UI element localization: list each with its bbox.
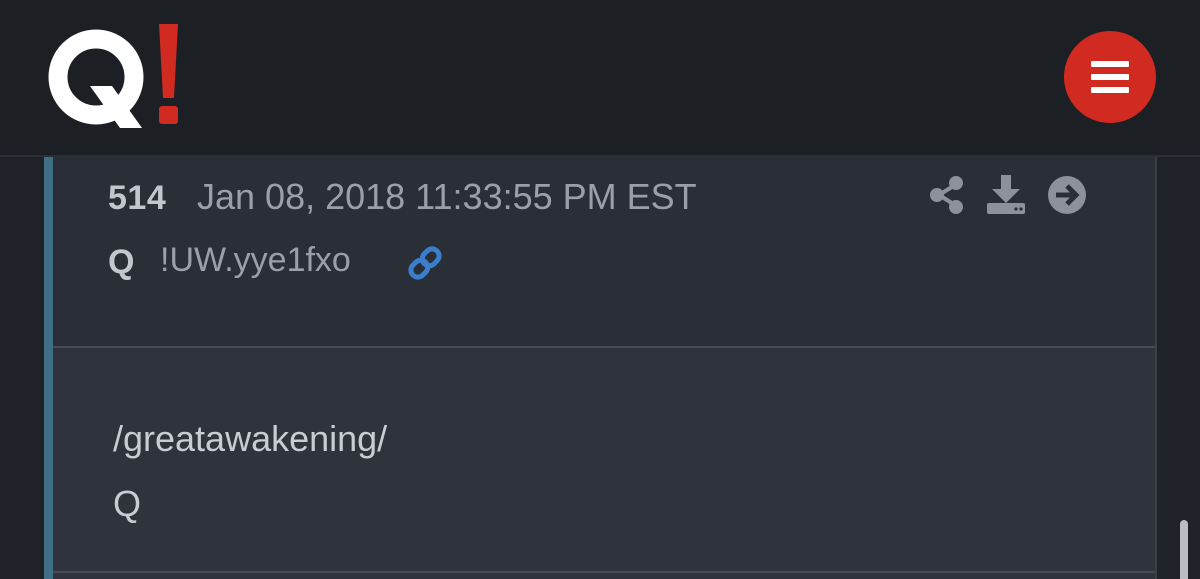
post-body: /greatawakening/ Q bbox=[53, 348, 1155, 579]
hamburger-menu-icon bbox=[1091, 61, 1129, 100]
author-name: Q bbox=[108, 243, 135, 281]
post-card: 514 Jan 08, 2018 11:33:55 PM EST Q !UW.y… bbox=[44, 157, 1157, 579]
post-datetime: Jan 08, 2018 11:33:55 PM EST bbox=[197, 176, 697, 217]
post-body-line-2: Q bbox=[113, 483, 142, 524]
link-icon[interactable] bbox=[405, 243, 445, 283]
next-post-divider bbox=[53, 571, 1155, 573]
arrow-right-circle-icon[interactable] bbox=[1045, 173, 1089, 217]
share-icon[interactable] bbox=[925, 173, 969, 217]
page: 514 Jan 08, 2018 11:33:55 PM EST Q !UW.y… bbox=[0, 0, 1200, 579]
post-accent-bar bbox=[44, 157, 53, 579]
tripcode: !UW.yye1fxo bbox=[160, 241, 351, 279]
top-bar bbox=[0, 0, 1200, 157]
post-header: 514 Jan 08, 2018 11:33:55 PM EST Q !UW.y… bbox=[53, 157, 1155, 348]
site-logo[interactable] bbox=[42, 20, 192, 135]
scrollbar-thumb[interactable] bbox=[1180, 520, 1188, 579]
download-icon[interactable] bbox=[984, 173, 1028, 217]
menu-button[interactable] bbox=[1064, 31, 1156, 123]
post-number[interactable]: 514 bbox=[108, 179, 166, 218]
post-body-line-1: /greatawakening/ bbox=[113, 418, 388, 459]
